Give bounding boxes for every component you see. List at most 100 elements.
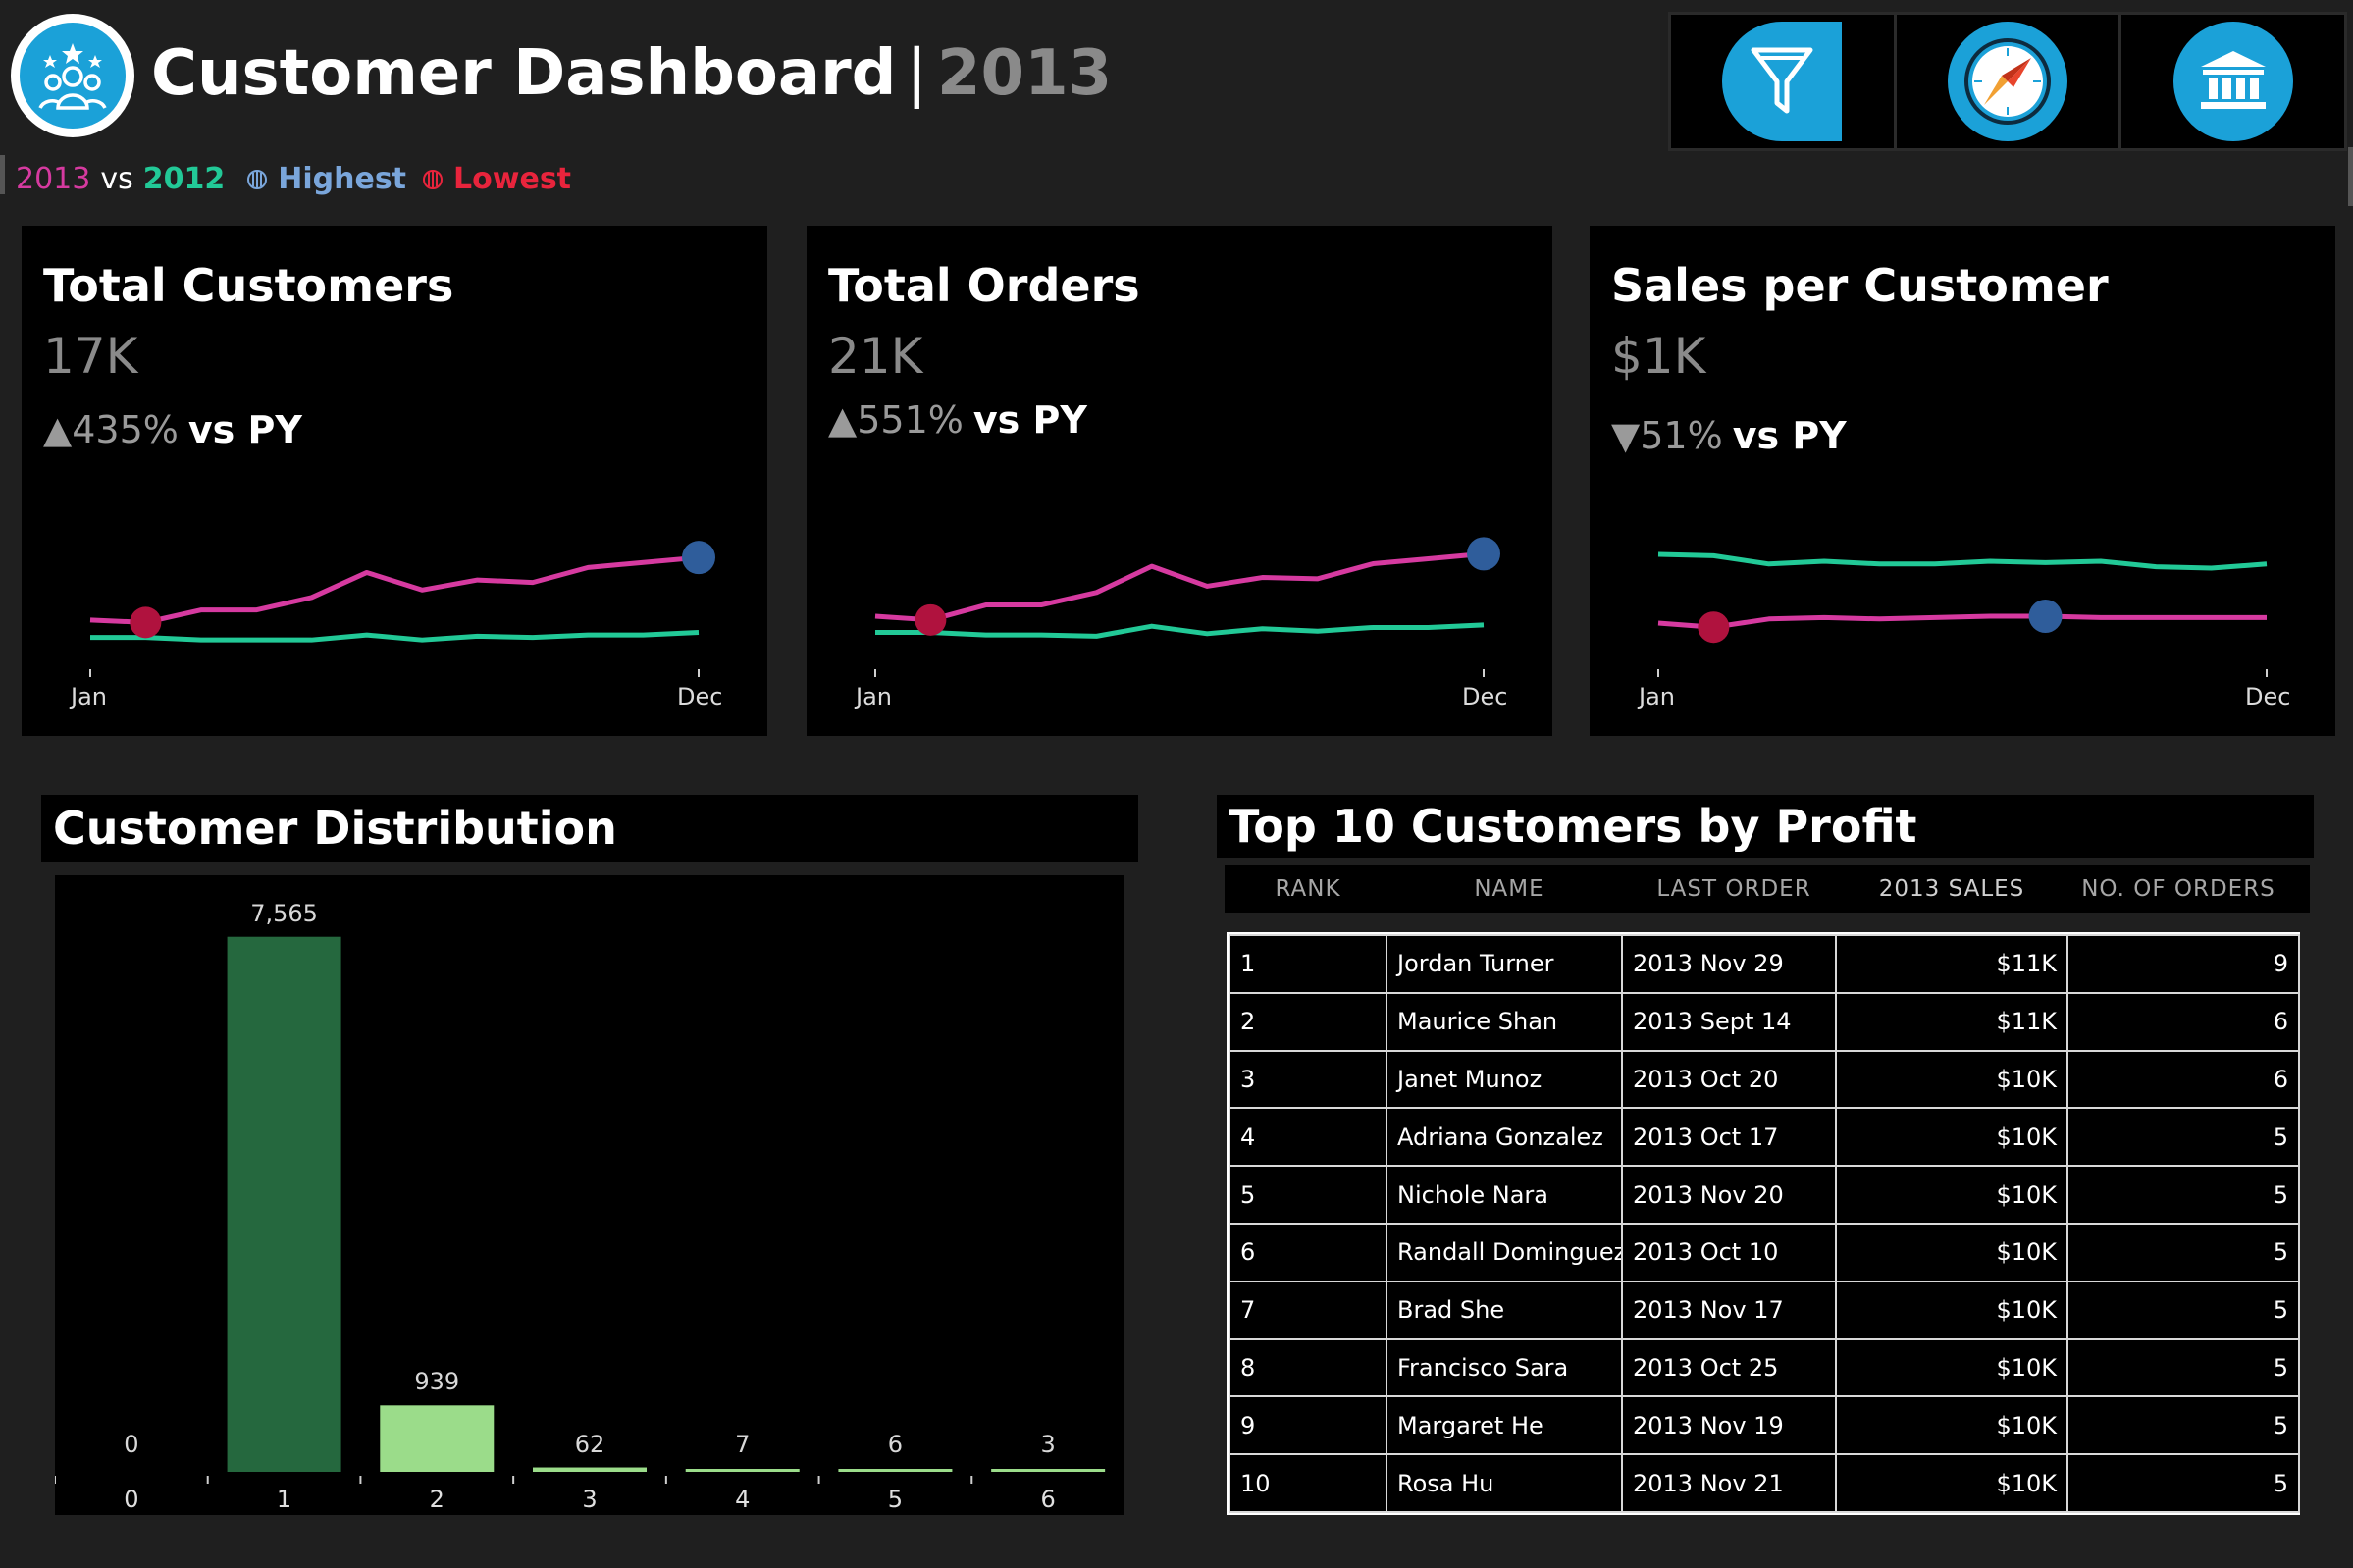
rank-cell: 3 (1229, 1049, 1387, 1110)
highest-point-marker[interactable] (2028, 600, 2063, 633)
rank-cell: 9 (1229, 1395, 1387, 1456)
sales-cell: $10K (1835, 1395, 2068, 1456)
table-row[interactable]: 8 Francisco Sara 2013 Oct 25 $10K 5 (1229, 1337, 2300, 1398)
toolbar-cell-bank (2121, 15, 2344, 148)
sales-cell: $10K (1835, 1337, 2068, 1398)
toolbar-cell-compass (1897, 15, 2122, 148)
name-cell: Brad She (1386, 1280, 1623, 1340)
table-row[interactable]: 1 Jordan Turner 2013 Nov 29 $11K 9 (1229, 934, 2300, 994)
kpi-change-percent: 51% (1640, 414, 1723, 457)
table-row[interactable]: 2 Maurice Shan 2013 Sept 14 $11K 6 (1229, 991, 2300, 1052)
bar-3[interactable] (533, 1467, 647, 1472)
bar-value-label: 0 (124, 1431, 139, 1458)
x-axis-label: 4 (735, 1486, 751, 1513)
table-row[interactable]: 4 Adriana Gonzalez 2013 Oct 17 $10K 5 (1229, 1107, 2300, 1168)
x-axis-label: 6 (1040, 1486, 1056, 1513)
rank-cell: 4 (1229, 1107, 1387, 1168)
kpi-value: 21K (828, 328, 923, 385)
last-order-cell: 2013 Oct 20 (1621, 1049, 1837, 1110)
title-year: 2013 (937, 37, 1113, 110)
kpi-change: ▲551% vs PY (828, 398, 1087, 442)
orders-cell: 5 (2066, 1165, 2300, 1225)
kpi-title: Sales per Customer (1611, 259, 2109, 312)
x-axis-end-label: Dec (2245, 683, 2291, 710)
table-row[interactable]: 6 Randall Dominguez 2013 Oct 10 $10K 5 (1229, 1222, 2300, 1282)
bar-value-label: 6 (887, 1431, 904, 1458)
last-order-cell: 2013 Nov 21 (1621, 1453, 1837, 1513)
table-row[interactable]: 9 Margaret He 2013 Nov 19 $10K 5 (1229, 1395, 2300, 1456)
kpi-card-total-customers: Total Customers 17K ▲435% vs PY Jan Dec (22, 226, 767, 736)
bar-6[interactable] (991, 1469, 1106, 1472)
x-axis-start-label: Jan (71, 683, 107, 710)
kpi-title: Total Orders (828, 259, 1140, 312)
bar-5[interactable] (838, 1469, 953, 1472)
table-row[interactable]: 5 Nichole Nara 2013 Nov 20 $10K 5 (1229, 1165, 2300, 1225)
title-separator: | (906, 37, 927, 110)
highest-marker-icon (247, 169, 268, 189)
legend: 2013 vs 2012 Highest Lowest (16, 162, 571, 196)
orders-cell: 5 (2066, 1222, 2300, 1282)
legend-previous-year: 2012 (142, 162, 226, 196)
kpi-change: ▲435% vs PY (43, 408, 302, 451)
name-cell: Margaret He (1386, 1395, 1623, 1456)
customers-group-icon (20, 23, 126, 129)
kpi-card-sales-per-customer: Sales per Customer $1K ▼51% vs PY Jan Dec (1590, 226, 2335, 736)
column-header-last-order: LAST ORDER (1656, 876, 1811, 902)
logo (11, 14, 134, 137)
title-text: Customer Dashboard (151, 37, 897, 110)
orders-cell: 5 (2066, 1395, 2300, 1456)
filter-button[interactable] (1722, 22, 1843, 141)
series-line-2012 (1657, 551, 2268, 571)
orders-cell: 5 (2066, 1453, 2300, 1513)
page-title: Customer Dashboard | 2013 (151, 37, 1112, 110)
x-axis-label: 1 (276, 1486, 292, 1513)
table-row[interactable]: 10 Rosa Hu 2013 Nov 21 $10K 5 (1229, 1453, 2300, 1513)
highest-point-marker[interactable] (1467, 537, 1500, 571)
table-row[interactable]: 3 Janet Munoz 2013 Oct 20 $10K 6 (1229, 1049, 2300, 1110)
bar-value-label: 7 (735, 1431, 751, 1458)
distribution-bars (55, 936, 1124, 1484)
toolbar (1668, 12, 2347, 151)
name-cell: Nichole Nara (1386, 1165, 1623, 1225)
lowest-point-marker[interactable] (1698, 611, 1730, 644)
bar-2[interactable] (380, 1405, 495, 1472)
bar-value-label: 939 (414, 1368, 460, 1396)
last-order-cell: 2013 Oct 10 (1621, 1222, 1837, 1282)
rank-cell: 10 (1229, 1453, 1387, 1513)
rank-cell: 8 (1229, 1337, 1387, 1398)
right-edge-marker (2348, 147, 2353, 206)
last-order-cell: 2013 Nov 17 (1621, 1280, 1837, 1340)
name-cell: Francisco Sara (1386, 1337, 1623, 1398)
last-order-cell: 2013 Oct 25 (1621, 1337, 1837, 1398)
x-axis-start-label: Jan (856, 683, 892, 710)
kpi-change-percent: 435% (72, 408, 179, 451)
bar-4[interactable] (685, 1469, 800, 1472)
orders-cell: 5 (2066, 1107, 2300, 1168)
legend-vs: vs (100, 162, 133, 196)
table-row[interactable]: 7 Brad She 2013 Nov 17 $10K 5 (1229, 1280, 2300, 1340)
filter-icon (1751, 47, 1813, 114)
top10-table-body: 1 Jordan Turner 2013 Nov 29 $11K 9 2 Mau… (1229, 934, 2300, 1513)
compass-button[interactable] (1948, 22, 2067, 141)
series-line-2012 (90, 630, 700, 643)
highest-point-marker[interactable] (682, 541, 715, 575)
compass-icon (1964, 38, 2051, 125)
top10-table-header: RANK NAME LAST ORDER 2013 SALES NO. OF O… (1225, 865, 2310, 913)
lowest-point-marker[interactable] (130, 606, 162, 639)
bank-button[interactable] (2172, 22, 2293, 141)
last-order-cell: 2013 Sept 14 (1621, 991, 1837, 1052)
name-cell: Janet Munoz (1386, 1049, 1623, 1110)
lowest-point-marker[interactable] (915, 603, 947, 636)
rank-cell: 1 (1229, 934, 1387, 994)
name-cell: Randall Dominguez (1386, 1222, 1623, 1282)
kpi-change-arrow: ▼ (1611, 414, 1641, 457)
bar-value-label: 7,565 (250, 899, 318, 927)
sales-cell: $10K (1835, 1049, 2068, 1110)
name-cell: Adriana Gonzalez (1386, 1107, 1623, 1168)
lowest-marker-icon (423, 169, 444, 189)
sales-cell: $10K (1835, 1280, 2068, 1340)
column-header-orders: NO. OF ORDERS (2081, 876, 2275, 902)
rank-cell: 2 (1229, 991, 1387, 1052)
kpi-change: ▼51% vs PY (1611, 414, 1847, 457)
bar-1[interactable] (227, 936, 341, 1472)
